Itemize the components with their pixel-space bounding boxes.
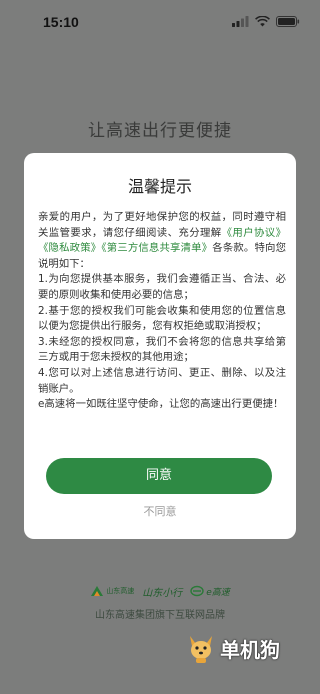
status-time: 15:10	[43, 14, 79, 30]
user-agreement-link[interactable]: 《用户协议》	[222, 227, 286, 239]
intro-paragraph: 亲爱的用户，为了更好地保护您的权益，同时遵守相关监管要求，请您仔细阅读、充分理解…	[38, 210, 286, 272]
terms-item-1: 1.为向您提供基本服务，我们会遵循正当、合法、必要的原则收集和使用必要的信息；	[38, 273, 286, 301]
privacy-policy-link[interactable]: 《隐私政策》	[38, 242, 101, 254]
shandong-xiaoxing-logo: 山东小行	[142, 584, 182, 599]
terms-item-4: 4.您可以对上述信息进行访问、更正、删除、以及注销账户。	[38, 366, 286, 395]
status-icons	[232, 16, 300, 27]
e-gaosu-logo-icon	[190, 585, 204, 597]
battery-icon	[276, 16, 300, 27]
terms-item-2: 2.基于您的授权我们可能会收集和使用您的位置信息以便为您提供出行服务，您有权拒绝…	[38, 304, 286, 333]
dog-mascot-icon	[190, 636, 212, 663]
shandong-hispeed-logo: 山东高速	[90, 585, 134, 597]
dialog-title: 温馨提示	[127, 177, 192, 196]
brand-logos: 山东高速 山东小行 e高速	[0, 580, 320, 602]
terms-item-3: 3.未经您的授权同意，我们不会将您的信息共享给第三方或用于您未授权的其他用途；	[38, 335, 286, 364]
watermark: 单机狗	[186, 632, 280, 664]
logo1-text: 山东高速	[106, 587, 135, 595]
e-gaosu-logo: e高速	[190, 585, 230, 598]
closing-text: e高速将一如既往坚守使命，让您的高速出行更便捷！	[38, 398, 284, 411]
third-party-list-link[interactable]: 《第三方信息共享清单》	[101, 242, 212, 254]
disagree-button[interactable]: 不同意	[24, 503, 296, 519]
agree-button[interactable]: 同意	[46, 458, 272, 494]
signal-icon	[232, 16, 249, 27]
dialog-body: 亲爱的用户，为了更好地保护您的权益，同时遵守相关监管要求，请您仔细阅读、充分理解…	[38, 210, 286, 413]
watermark-text: 单机狗	[220, 637, 280, 662]
brand-caption: 山东高速集团旗下互联网品牌	[95, 610, 225, 621]
wifi-icon	[255, 16, 270, 27]
logo2-text: 山东小行	[142, 587, 183, 599]
privacy-dialog: 温馨提示 亲爱的用户，为了更好地保护您的权益，同时遵守相关监管要求，请您仔细阅读…	[24, 153, 296, 539]
app-slogan: 让高速出行更便捷	[88, 121, 232, 141]
shandong-hispeed-logo-icon	[91, 586, 104, 596]
status-bar: 15:10	[0, 0, 320, 44]
logo3-text: e高速	[206, 587, 230, 598]
